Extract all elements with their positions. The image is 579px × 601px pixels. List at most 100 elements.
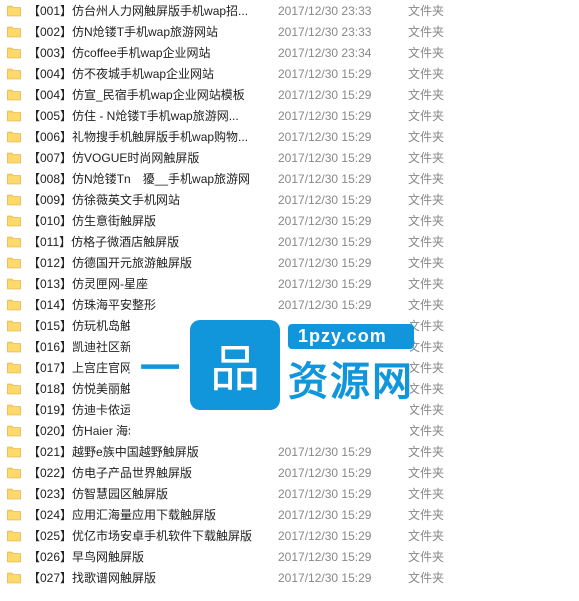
file-name: 【005】仿住 - N炝镂T手机wap旅游网... xyxy=(28,107,278,124)
file-type: 文件夹 xyxy=(408,422,468,439)
file-date: 2017/12/30 15:29 xyxy=(278,319,408,333)
file-row[interactable]: 【004】仿宣_民宿手机wap企业网站模板2017/12/30 15:29文件夹 xyxy=(0,84,579,105)
file-date: 2017/12/30 15:29 xyxy=(278,193,408,207)
folder-icon xyxy=(6,87,22,103)
file-name: 【015】仿玩机岛触屏版 xyxy=(28,317,278,334)
file-type: 文件夹 xyxy=(408,317,468,334)
file-row[interactable]: 【023】仿智慧园区触屏版2017/12/30 15:29文件夹 xyxy=(0,483,579,504)
folder-icon xyxy=(6,381,22,397)
file-date: 2017/12/30 15:29 xyxy=(278,235,408,249)
file-name: 【007】仿VOGUE时尚网触屏版 xyxy=(28,149,278,166)
file-date: 2017/12/30 15:29 xyxy=(278,151,408,165)
file-row[interactable]: 【002】仿N炝镂T手机wap旅游网站2017/12/30 23:33文件夹 xyxy=(0,21,579,42)
folder-icon xyxy=(6,276,22,292)
file-name: 【021】越野e族中国越野触屏版 xyxy=(28,443,278,460)
file-name: 【012】仿德国开元旅游触屏版 xyxy=(28,254,278,271)
file-type: 文件夹 xyxy=(408,527,468,544)
file-row[interactable]: 【010】仿生意街触屏版2017/12/30 15:29文件夹 xyxy=(0,210,579,231)
file-row[interactable]: 【025】优亿市场安卓手机软件下载触屏版2017/12/30 15:29文件夹 xyxy=(0,525,579,546)
file-row[interactable]: 【021】越野e族中国越野触屏版2017/12/30 15:29文件夹 xyxy=(0,441,579,462)
file-row[interactable]: 【024】应用汇海量应用下载触屏版2017/12/30 15:29文件夹 xyxy=(0,504,579,525)
folder-icon xyxy=(6,66,22,82)
file-type: 文件夹 xyxy=(408,254,468,271)
folder-icon xyxy=(6,24,22,40)
file-date: 2017/12/30 15:29 xyxy=(278,214,408,228)
file-name: 【014】仿珠海平安整形 xyxy=(28,296,278,313)
folder-icon xyxy=(6,402,22,418)
file-name: 【018】仿悦美丽触屏版 xyxy=(28,380,278,397)
file-row[interactable]: 【009】仿徐薇英文手机网站2017/12/30 15:29文件夹 xyxy=(0,189,579,210)
folder-icon xyxy=(6,423,22,439)
file-row[interactable]: 【012】仿德国开元旅游触屏版2017/12/30 15:29文件夹 xyxy=(0,252,579,273)
file-date: 2017/12/30 15:29 xyxy=(278,487,408,501)
folder-icon xyxy=(6,192,22,208)
file-date: 2017/12/30 15:29 xyxy=(278,88,408,102)
folder-icon xyxy=(6,234,22,250)
file-type: 文件夹 xyxy=(408,128,468,145)
folder-icon xyxy=(6,360,22,376)
file-row[interactable]: 【011】仿格子微酒店触屏版2017/12/30 15:29文件夹 xyxy=(0,231,579,252)
file-type: 文件夹 xyxy=(408,338,468,355)
file-type: 文件夹 xyxy=(408,149,468,166)
file-date: 2017/12/30 15:29 xyxy=(278,256,408,270)
file-row[interactable]: 【019】仿迪卡侬运动专业超市触屏版2017/12/30 15:29文件夹 xyxy=(0,399,579,420)
file-row[interactable]: 【026】早鸟网触屏版2017/12/30 15:29文件夹 xyxy=(0,546,579,567)
file-name: 【009】仿徐薇英文手机网站 xyxy=(28,191,278,208)
file-row[interactable]: 【007】仿VOGUE时尚网触屏版2017/12/30 15:29文件夹 xyxy=(0,147,579,168)
file-type: 文件夹 xyxy=(408,401,468,418)
file-date: 2017/12/30 15:29 xyxy=(278,130,408,144)
file-date: 2017/12/30 15:29 xyxy=(278,550,408,564)
folder-icon xyxy=(6,486,22,502)
file-name: 【003】仿coffee手机wap企业网站 xyxy=(28,44,278,61)
file-name: 【001】仿台州人力网触屏版手机wap招... xyxy=(28,2,278,19)
file-date: 2017/12/30 15:29 xyxy=(278,298,408,312)
file-name: 【011】仿格子微酒店触屏版 xyxy=(28,233,278,250)
file-type: 文件夹 xyxy=(408,548,468,565)
file-name: 【008】仿N炝镂Tn 獶__手机wap旅游网 xyxy=(28,170,278,187)
file-name: 【024】应用汇海量应用下载触屏版 xyxy=(28,506,278,523)
file-row[interactable]: 【003】仿coffee手机wap企业网站2017/12/30 23:34文件夹 xyxy=(0,42,579,63)
folder-icon xyxy=(6,528,22,544)
folder-icon xyxy=(6,465,22,481)
file-name: 【004】仿宣_民宿手机wap企业网站模板 xyxy=(28,86,278,103)
file-row[interactable]: 【022】仿电子产品世界触屏版2017/12/30 15:29文件夹 xyxy=(0,462,579,483)
file-type: 文件夹 xyxy=(408,44,468,61)
file-name: 【027】找歌谱网触屏版 xyxy=(28,569,278,586)
file-row[interactable]: 【015】仿玩机岛触屏版2017/12/30 15:29文件夹 xyxy=(0,315,579,336)
file-row[interactable]: 【001】仿台州人力网触屏版手机wap招...2017/12/30 23:33文… xyxy=(0,0,579,21)
file-date: 2017/12/30 15:29 xyxy=(278,571,408,585)
file-type: 文件夹 xyxy=(408,464,468,481)
file-row[interactable]: 【027】找歌谱网触屏版2017/12/30 15:29文件夹 xyxy=(0,567,579,588)
file-name: 【017】上宫庄官网单页专题页触屏版 xyxy=(28,359,278,376)
folder-icon xyxy=(6,150,22,166)
file-type: 文件夹 xyxy=(408,170,468,187)
file-row[interactable]: 【014】仿珠海平安整形2017/12/30 15:29文件夹 xyxy=(0,294,579,315)
file-row[interactable]: 【017】上宫庄官网单页专题页触屏版2017/12/30 15:29文件夹 xyxy=(0,357,579,378)
file-type: 文件夹 xyxy=(408,86,468,103)
file-type: 文件夹 xyxy=(408,569,468,586)
folder-icon xyxy=(6,570,22,586)
file-row[interactable]: 【004】仿不夜城手机wap企业网站2017/12/30 15:29文件夹 xyxy=(0,63,579,84)
file-row[interactable]: 【006】礼物搜手机触屏版手机wap购物...2017/12/30 15:29文… xyxy=(0,126,579,147)
file-date: 2017/12/30 15:29 xyxy=(278,109,408,123)
file-type: 文件夹 xyxy=(408,2,468,19)
file-row[interactable]: 【005】仿住 - N炝镂T手机wap旅游网...2017/12/30 15:2… xyxy=(0,105,579,126)
file-name: 【025】优亿市场安卓手机软件下载触屏版 xyxy=(28,527,278,544)
file-type: 文件夹 xyxy=(408,443,468,460)
file-row[interactable]: 【008】仿N炝镂Tn 獶__手机wap旅游网2017/12/30 15:29文… xyxy=(0,168,579,189)
file-date: 2017/12/30 15:29 xyxy=(278,529,408,543)
folder-icon xyxy=(6,45,22,61)
file-row[interactable]: 【013】仿灵匣网-星座2017/12/30 15:29文件夹 xyxy=(0,273,579,294)
file-date: 2017/12/30 15:29 xyxy=(278,508,408,522)
file-name: 【020】仿Haier 海尔家电家居触屏版 xyxy=(28,422,278,439)
file-row[interactable]: 【018】仿悦美丽触屏版2017/12/30 15:29文件夹 xyxy=(0,378,579,399)
file-date: 2017/12/30 15:29 xyxy=(278,172,408,186)
file-date: 2017/12/30 15:29 xyxy=(278,382,408,396)
folder-icon xyxy=(6,444,22,460)
file-row[interactable]: 【016】凯迪社区新闻2017/12/30 15:29文件夹 xyxy=(0,336,579,357)
file-row[interactable]: 【020】仿Haier 海尔家电家居触屏版2017/12/30 15:29文件夹 xyxy=(0,420,579,441)
file-type: 文件夹 xyxy=(408,296,468,313)
file-date: 2017/12/30 23:34 xyxy=(278,46,408,60)
file-name: 【004】仿不夜城手机wap企业网站 xyxy=(28,65,278,82)
file-type: 文件夹 xyxy=(408,107,468,124)
